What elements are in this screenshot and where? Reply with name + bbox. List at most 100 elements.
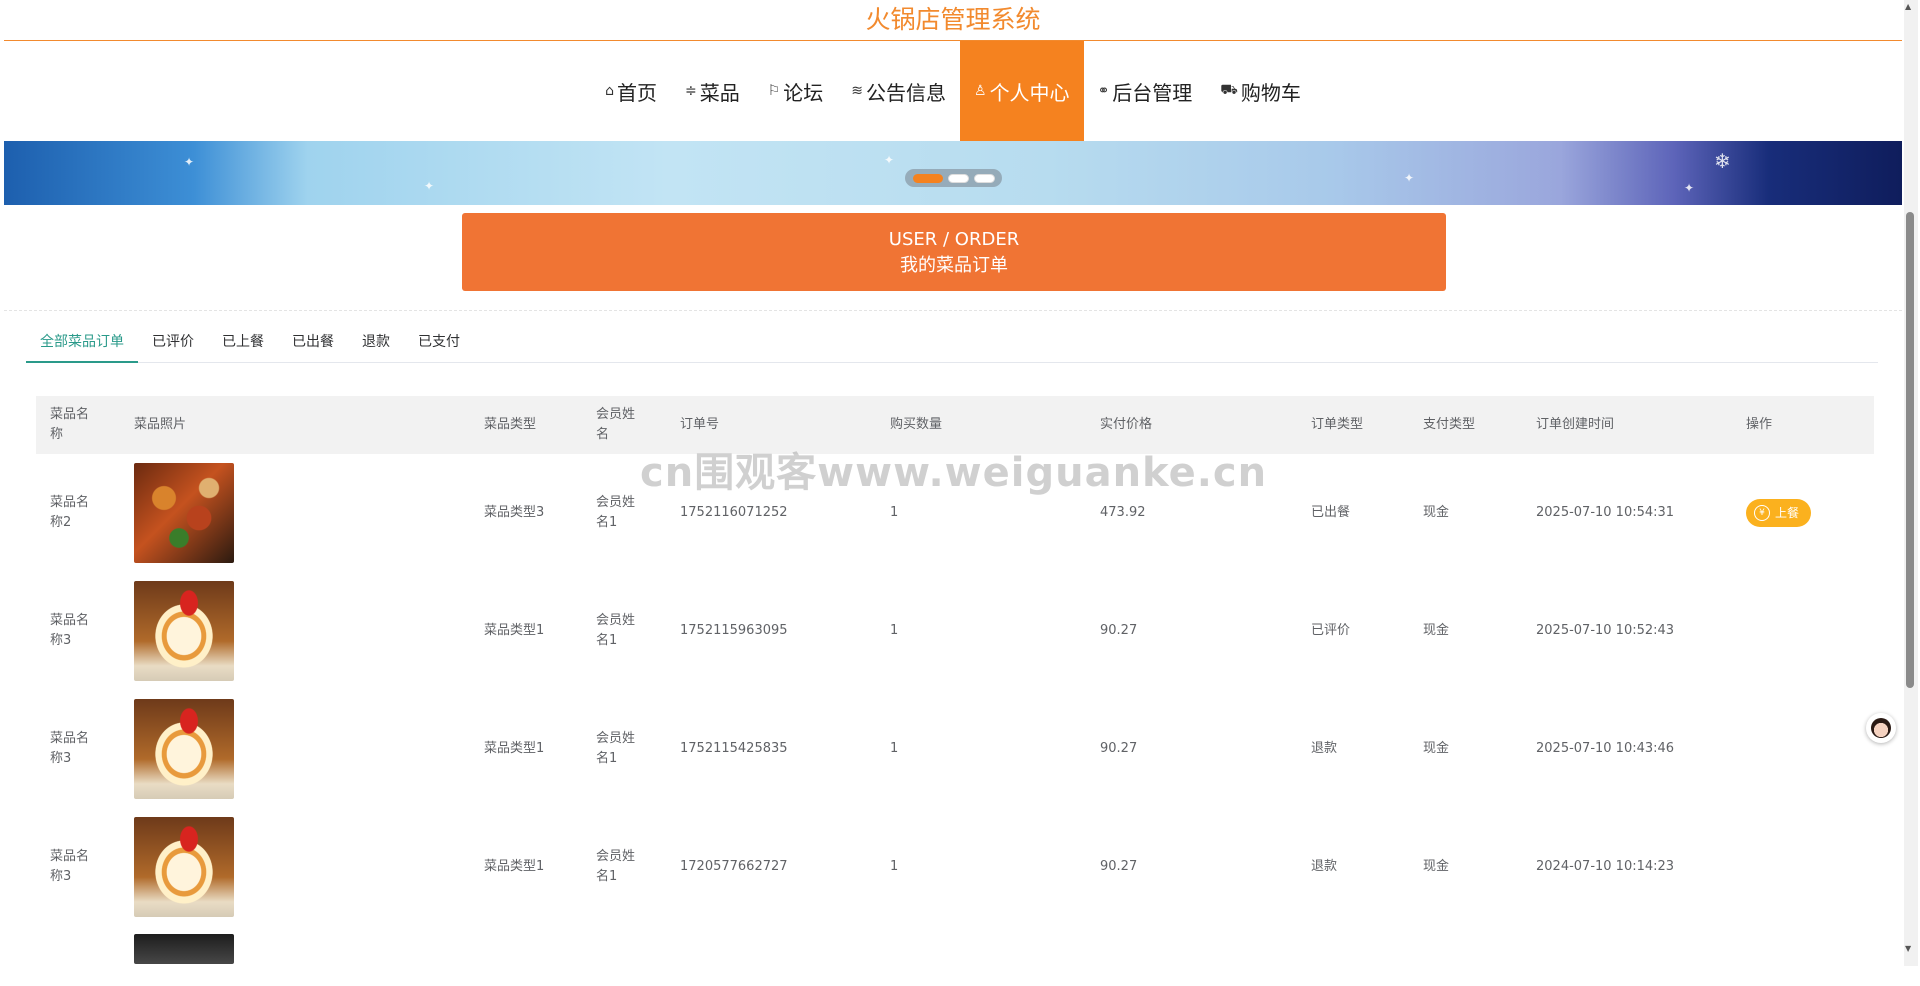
carousel-dot[interactable] (912, 173, 943, 183)
created-time: 2024-07-10 10:14:23 (1536, 859, 1675, 874)
tab-reviewed[interactable]: 已评价 (138, 322, 208, 362)
column-header: 实付价格 (1100, 417, 1153, 432)
cart-icon: ⛟ (1220, 82, 1238, 98)
serve-button-label: 上餐 (1775, 506, 1800, 520)
member-name: 会员姓名1 (596, 495, 636, 530)
nav-item-dishes[interactable]: ≑ 菜品 (671, 41, 754, 141)
dish-type: 菜品类型1 (484, 741, 545, 756)
graduation-cap-icon: ≋ (851, 83, 863, 99)
watermark-text: cn围观客www.weiguanke.cn (640, 450, 1268, 496)
support-avatar-button[interactable] (1866, 713, 1896, 743)
tab-refund[interactable]: 退款 (348, 322, 404, 362)
column-header: 订单类型 (1311, 417, 1364, 432)
quantity: 1 (890, 505, 899, 520)
carousel-indicators (905, 169, 1002, 187)
order-type: 退款 (1311, 859, 1338, 874)
nav-item-admin[interactable]: ⚭ 后台管理 (1084, 41, 1207, 141)
order-type: 已评价 (1311, 623, 1351, 638)
carousel-dot[interactable] (973, 173, 995, 183)
quantity: 1 (890, 859, 899, 874)
order-tabs: 全部菜品订单 已评价 已上餐 已出餐 退款 已支付 (26, 322, 1878, 363)
created-time: 2025-07-10 10:54:31 (1536, 505, 1675, 520)
dish-name: 菜品名称3 (50, 613, 90, 648)
nav-label-home: 首页 (616, 80, 657, 105)
member-name: 会员姓名1 (596, 613, 636, 648)
scroll-up-arrow-icon[interactable]: ▲ (1905, 2, 1911, 11)
dish-type: 菜品类型1 (484, 623, 545, 638)
nav-label-cart: 购物车 (1240, 80, 1301, 105)
tab-paid[interactable]: 已支付 (404, 322, 474, 362)
member-name: 会员姓名1 (596, 731, 636, 766)
tab-all-orders[interactable]: 全部菜品订单 (26, 322, 138, 363)
order-number: 1752115963095 (680, 623, 788, 638)
column-header: 操作 (1746, 417, 1773, 432)
dish-type: 菜品类型3 (484, 505, 545, 520)
order-type: 退款 (1311, 741, 1338, 756)
nav-label-dishes: 菜品 (699, 80, 740, 105)
table-row: 菜品名称3 菜品类型1 会员姓名1 1752115425835 1 90.27 … (36, 690, 1874, 808)
nav-item-cart[interactable]: ⛟ 购物车 (1206, 41, 1315, 141)
dish-name: 菜品名称3 (50, 849, 90, 884)
quantity: 1 (890, 623, 899, 638)
tab-dished-out[interactable]: 已出餐 (278, 322, 348, 362)
home-icon: ⌂ (605, 83, 614, 99)
column-header: 菜品照片 (134, 417, 187, 432)
dish-photo[interactable] (134, 463, 234, 563)
payment-type: 现金 (1423, 505, 1450, 520)
created-time: 2025-07-10 10:52:43 (1536, 623, 1675, 638)
nav-label-admin: 后台管理 (1112, 80, 1193, 105)
dish-name: 菜品名称3 (50, 731, 90, 766)
nav-label-user-center: 个人中心 (989, 80, 1070, 105)
dish-photo[interactable] (134, 817, 234, 917)
yen-coin-icon: ¥ (1754, 505, 1770, 521)
scroll-down-arrow-icon[interactable]: ▼ (1905, 944, 1911, 953)
quantity: 1 (890, 741, 899, 756)
snowflake-icon: ❄ (1714, 149, 1731, 173)
dish-type: 菜品类型1 (484, 859, 545, 874)
section-divider (4, 310, 1902, 311)
table-row (36, 926, 1874, 986)
member-name: 会员姓名1 (596, 849, 636, 884)
avatar-icon (1871, 718, 1891, 738)
serve-button[interactable]: ¥ 上餐 (1746, 499, 1812, 527)
dish-photo[interactable] (134, 581, 234, 681)
section-header: USER / ORDER 我的菜品订单 (462, 213, 1446, 291)
carousel-dot[interactable] (947, 173, 969, 183)
column-header: 订单创建时间 (1536, 417, 1615, 432)
link-icon: ⚭ (1097, 83, 1110, 99)
nav-item-notices[interactable]: ≋ 公告信息 (837, 41, 960, 141)
banner-carousel: ✦ ✦ ✦ ✦ ❄ ✦ (4, 141, 1902, 205)
column-header: 菜品类型 (484, 417, 537, 432)
order-number: 1752116071252 (680, 505, 788, 520)
nav-item-home[interactable]: ⌂ 首页 (591, 41, 671, 141)
created-time: 2025-07-10 10:43:46 (1536, 741, 1675, 756)
page-frame: 火锅店管理系统 ⌂ 首页 ≑ 菜品 ⚐ 论坛 ≋ 公告信息 ♙ 个人中心 ⚭ 后台管理 ⛟ 购… (4, 0, 1902, 966)
payment-type: 现金 (1423, 741, 1450, 756)
dish-photo[interactable] (134, 699, 234, 799)
order-type: 已出餐 (1311, 505, 1351, 520)
tab-served[interactable]: 已上餐 (208, 322, 278, 362)
nav-label-forum: 论坛 (783, 80, 824, 105)
dish-name: 菜品名称2 (50, 495, 90, 530)
dish-photo[interactable] (134, 934, 234, 964)
scrollbar-thumb[interactable] (1906, 212, 1914, 688)
column-header: 菜品名称 (50, 407, 90, 442)
paid-price: 90.27 (1100, 623, 1138, 638)
sliders-icon: ≑ (684, 83, 697, 99)
payment-type: 现金 (1423, 623, 1450, 638)
paid-price: 90.27 (1100, 859, 1138, 874)
section-title-cn: 我的菜品订单 (900, 255, 1008, 276)
paid-price: 90.27 (1100, 741, 1138, 756)
column-header: 会员姓名 (596, 407, 636, 442)
payment-type: 现金 (1423, 859, 1450, 874)
order-number: 1720577662727 (680, 859, 788, 874)
section-title-en: USER / ORDER (888, 229, 1020, 250)
nav-item-user-center[interactable]: ♙ 个人中心 (960, 41, 1084, 141)
nav-item-forum[interactable]: ⚐ 论坛 (754, 41, 838, 141)
sparkle-icon: ✦ (1404, 171, 1415, 185)
main-nav: ⌂ 首页 ≑ 菜品 ⚐ 论坛 ≋ 公告信息 ♙ 个人中心 ⚭ 后台管理 ⛟ 购物车 (4, 41, 1902, 141)
table-row: 菜品名称3 菜品类型1 会员姓名1 1752115963095 1 90.27 … (36, 572, 1874, 690)
table-row: 菜品名称3 菜品类型1 会员姓名1 1720577662727 1 90.27 … (36, 808, 1874, 926)
paid-price: 473.92 (1100, 505, 1146, 520)
nav-label-notices: 公告信息 (866, 80, 946, 105)
